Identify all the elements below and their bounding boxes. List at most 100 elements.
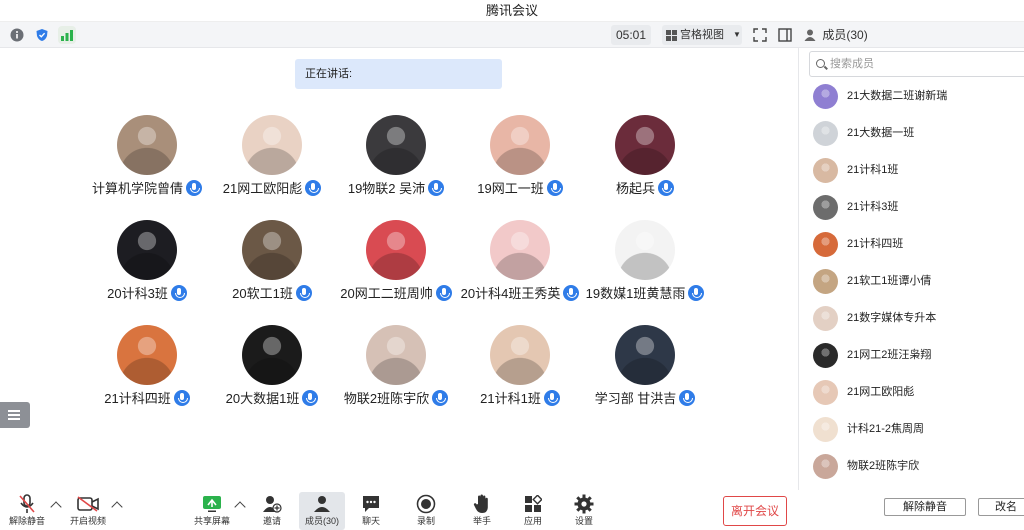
member-avatar bbox=[813, 269, 838, 294]
start-video-button[interactable]: 开启视频 bbox=[66, 494, 110, 530]
apps-button[interactable]: 应用 bbox=[511, 494, 555, 530]
grid-view-icon bbox=[666, 29, 677, 41]
participant-name-text: 21计科四班 bbox=[104, 391, 171, 406]
member-list-item[interactable]: 物联2班陈宇欣 bbox=[813, 454, 1023, 480]
member-list-item[interactable]: 21计科1班 bbox=[813, 158, 1023, 184]
audio-options-caret-icon[interactable] bbox=[50, 501, 62, 513]
participant-tile[interactable]: 杨起兵 bbox=[580, 115, 710, 205]
member-avatar bbox=[813, 380, 838, 405]
record-icon bbox=[404, 494, 448, 514]
participant-tile[interactable]: 19数媒1班黄慧雨 bbox=[580, 220, 710, 310]
member-name: 21大数据二班谢新瑞 bbox=[847, 90, 948, 102]
side-menu-handle[interactable] bbox=[0, 402, 30, 428]
member-avatar bbox=[813, 343, 838, 368]
member-avatar bbox=[813, 195, 838, 220]
member-list-item[interactable]: 21计科四班 bbox=[813, 232, 1023, 258]
participant-name-text: 20软工1班 bbox=[232, 286, 293, 301]
mic-icon bbox=[170, 285, 187, 301]
unmute-button[interactable]: 解除静音 bbox=[5, 494, 49, 530]
participant-tile[interactable]: 学习部 甘洪吉 bbox=[580, 325, 710, 415]
toggle-sidebar-icon[interactable] bbox=[776, 26, 794, 44]
member-name: 21计科1班 bbox=[847, 164, 899, 176]
view-mode-button[interactable]: 宫格视图 ▼ bbox=[662, 25, 742, 45]
member-list-item[interactable]: 21大数据二班谢新瑞 bbox=[813, 84, 1023, 110]
participant-name-text: 学习部 甘洪吉 bbox=[594, 391, 677, 406]
member-list-item[interactable]: 21大数据一班 bbox=[813, 121, 1023, 147]
share-screen-button[interactable]: 共享屏幕 bbox=[190, 494, 234, 530]
member-list-item[interactable]: 21软工1班谭小倩 bbox=[813, 269, 1023, 295]
participant-name-text: 20大数据1班 bbox=[225, 391, 300, 406]
settings-button[interactable]: 设置 bbox=[562, 494, 606, 530]
member-avatar bbox=[813, 417, 838, 442]
member-name: 计科21-2焦周周 bbox=[847, 423, 925, 435]
share-screen-icon bbox=[190, 494, 234, 514]
participant-name: 杨起兵 bbox=[565, 179, 725, 199]
participant-avatar bbox=[242, 220, 302, 280]
members-button[interactable]: 成员(30) bbox=[300, 494, 344, 530]
participant-name: 19数媒1班黄慧雨 bbox=[565, 284, 725, 304]
participant-avatar bbox=[490, 115, 550, 175]
meeting-timer: 05:01 bbox=[611, 25, 651, 45]
dropdown-caret-icon: ▼ bbox=[733, 30, 741, 39]
fullscreen-icon[interactable] bbox=[751, 26, 769, 44]
share-options-caret-icon[interactable] bbox=[234, 501, 246, 513]
record-button[interactable]: 录制 bbox=[404, 494, 448, 530]
participant-name-text: 19网工一班 bbox=[477, 181, 544, 196]
participant-avatar bbox=[242, 115, 302, 175]
member-avatar bbox=[813, 232, 838, 257]
bottom-control-bar: 解除静音 开启视频 共享屏幕 邀请 成员(30) 聊天 录制 举手 应用 设置 bbox=[0, 490, 798, 530]
invite-label: 邀请 bbox=[262, 516, 281, 526]
mic-icon bbox=[173, 390, 190, 406]
record-label: 录制 bbox=[416, 516, 435, 526]
member-list-item[interactable]: 计科21-2焦周周 bbox=[813, 417, 1023, 443]
speaking-indicator: 正在讲话: bbox=[295, 59, 502, 89]
member-search-input[interactable]: 搜索成员 bbox=[809, 51, 1024, 77]
window-title: 腾讯会议 bbox=[0, 0, 1024, 22]
participant-avatar bbox=[615, 220, 675, 280]
mic-icon bbox=[295, 285, 312, 301]
participant-name-text: 物联2班陈宇欣 bbox=[343, 391, 430, 406]
participant-name-text: 计算机学院曾倩 bbox=[91, 181, 183, 196]
member-name: 21大数据一班 bbox=[847, 127, 915, 139]
rename-button[interactable]: 改名 bbox=[978, 498, 1024, 516]
participant-avatar bbox=[490, 220, 550, 280]
members-panel-footer: 解除静音 改名 bbox=[798, 490, 1024, 530]
settings-label: 设置 bbox=[574, 516, 593, 526]
raise-hand-label: 举手 bbox=[472, 516, 491, 526]
raise-hand-button[interactable]: 举手 bbox=[460, 494, 504, 530]
chat-button[interactable]: 聊天 bbox=[349, 494, 393, 530]
participant-name-text: 21网工欧阳彪 bbox=[222, 181, 303, 196]
mic-icon bbox=[546, 180, 563, 196]
member-search-placeholder: 搜索成员 bbox=[830, 58, 874, 70]
member-avatar bbox=[813, 84, 838, 109]
signal-icon[interactable] bbox=[58, 26, 76, 44]
member-avatar bbox=[813, 121, 838, 146]
unmute-all-button[interactable]: 解除静音 bbox=[884, 498, 966, 516]
mic-off-icon bbox=[5, 494, 49, 514]
members-icon bbox=[300, 494, 344, 514]
participant-name-text: 20网工二班周帅 bbox=[340, 286, 433, 301]
chat-label: 聊天 bbox=[361, 516, 380, 526]
participant-avatar bbox=[242, 325, 302, 385]
hand-icon bbox=[460, 494, 504, 514]
shield-icon[interactable] bbox=[33, 26, 51, 44]
member-list-item[interactable]: 21计科3班 bbox=[813, 195, 1023, 221]
member-list-item[interactable]: 21网工欧阳彪 bbox=[813, 380, 1023, 406]
member-list-item[interactable]: 21网工2班汪枭翔 bbox=[813, 343, 1023, 369]
participant-avatar bbox=[366, 220, 426, 280]
leave-meeting-button[interactable]: 离开会议 bbox=[723, 496, 787, 526]
participant-name-text: 19数媒1班黄慧雨 bbox=[585, 286, 686, 301]
participant-name-text: 20计科3班 bbox=[107, 286, 168, 301]
invite-button[interactable]: 邀请 bbox=[250, 494, 294, 530]
members-label: 成员(30) bbox=[304, 516, 339, 526]
apps-icon bbox=[511, 494, 555, 514]
participant-name-text: 20计科4班王秀英 bbox=[460, 286, 561, 301]
video-options-caret-icon[interactable] bbox=[111, 501, 123, 513]
info-icon[interactable] bbox=[8, 26, 26, 44]
member-name: 物联2班陈宇欣 bbox=[847, 460, 920, 472]
view-mode-label: 宫格视图 bbox=[680, 29, 724, 41]
participant-avatar bbox=[366, 325, 426, 385]
member-avatar bbox=[813, 158, 838, 183]
apps-label: 应用 bbox=[523, 516, 542, 526]
member-list-item[interactable]: 21数字媒体专升本 bbox=[813, 306, 1023, 332]
